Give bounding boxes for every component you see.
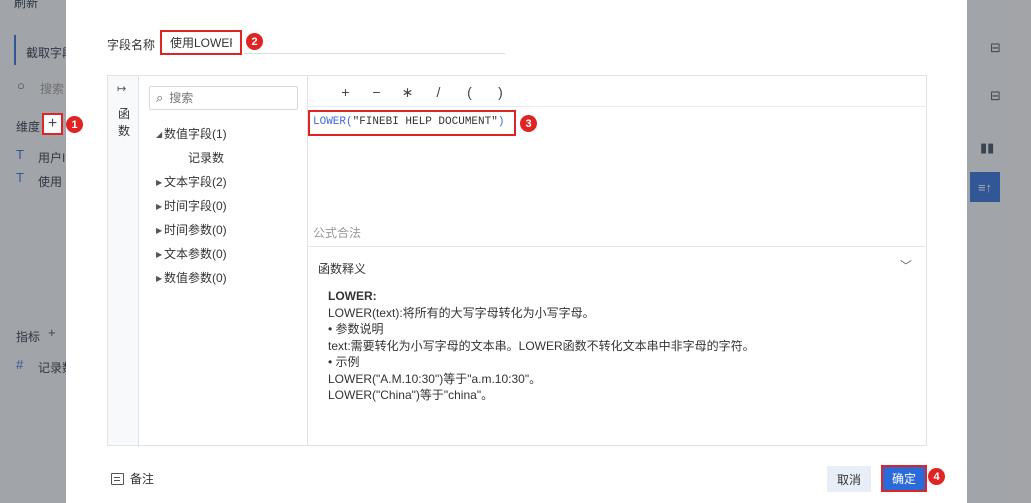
tree-item-time-params[interactable]: ▶ 时间参数(0) [156,218,227,242]
tree-item-label: 记录数 [188,151,225,165]
chevron-down-icon[interactable]: ﹀ [900,257,912,274]
caret-right-icon: ▶ [156,202,163,211]
operator-bar: + − ∗ / ( ) [330,84,516,101]
tree-item-label: 文本字段(2) [164,175,227,189]
explain-line: LOWER("China")等于"china"。 [328,388,494,402]
tree-item-label: 文本参数(0) [164,247,227,261]
tree-item-record-count[interactable]: 记录数 [156,146,227,170]
caret-right-icon: ▶ [156,274,163,283]
caret-down-icon: ◢ [156,130,163,139]
formula-area: + − ∗ / ( ) LOWER("FINEBI HELP DOCUMENT"… [308,76,926,445]
divider [308,106,926,107]
formula-editor: ↦ 函数 ⌕ ◢数值字段(1) 记录数 ▶文本字段(2) ▶时间字段(0) ▶时… [107,75,927,446]
tree-item-label: 数值参数(0) [164,271,227,285]
step-badge-2: 2 [246,33,263,50]
field-name-input[interactable] [160,30,242,55]
search-icon: ⌕ [156,90,164,105]
note-icon [111,472,124,485]
field-search-input[interactable] [169,91,280,105]
tree-item-text-fields[interactable]: ▶ 文本字段(2) [156,170,227,194]
function-explain-header[interactable]: 函数释义 ﹀ [308,246,926,284]
tree-item-label: 时间字段(0) [164,199,227,213]
step-badge-4: 4 [928,468,945,485]
formula-input[interactable]: LOWER("FINEBI HELP DOCUMENT") [308,110,516,136]
field-panel: ⌕ ◢数值字段(1) 记录数 ▶文本字段(2) ▶时间字段(0) ▶时间参数(0… [139,76,308,445]
explain-line: • 示例 [328,355,360,369]
multiply-operator[interactable]: ∗ [392,84,423,101]
field-underline [244,53,505,54]
field-name-label: 字段名称 [107,38,156,52]
add-dimension-button[interactable]: + [42,113,63,135]
caret-right-icon: ▶ [156,178,163,187]
caret-right-icon: ▶ [156,226,163,235]
tree-item-label: 时间参数(0) [164,223,227,237]
formula-close: ) [497,116,505,128]
tree-item-text-params[interactable]: ▶ 文本参数(0) [156,242,227,266]
explain-line: LOWER("A.M.10:30")等于"a.m.10:30"。 [328,371,542,386]
expand-icon[interactable]: ↦ [117,82,126,95]
formula-string: "FINEBI HELP DOCUMENT" [352,116,498,128]
confirm-button[interactable]: 确定 [881,465,927,492]
function-explain-body: LOWER: LOWER(text):将所有的大写字母转化为小写字母。 • 参数… [328,288,908,404]
note-button[interactable]: 备注 [111,470,154,487]
minus-operator[interactable]: − [361,84,392,101]
validity-status: 公式合法 [313,226,362,240]
open-paren-operator[interactable]: ( [454,84,485,101]
function-tab-label: 函数 [117,107,130,138]
tree-item-number-fields[interactable]: ◢ 数值字段(1) [156,122,227,146]
field-search[interactable]: ⌕ [149,86,298,110]
explain-title: 函数释义 [318,262,367,276]
cancel-button[interactable]: 取消 [827,466,871,492]
step-badge-1: 1 [66,116,83,133]
tree-item-label: 数值字段(1) [164,127,227,141]
field-tree: ◢ 数值字段(1) 记录数 ▶ 文本字段(2) ▶ 时间字段(0) ▶ 时间参数(0) … [156,122,227,290]
formula-function: LOWER( [313,116,353,128]
caret-right-icon: ▶ [156,250,163,259]
explain-function-name: LOWER: [328,289,377,303]
calculated-field-dialog: 字段名称 2 ↦ 函数 ⌕ ◢数值字段(1) 记录数 ▶文本字段(2) ▶时间字… [66,0,967,503]
plus-operator[interactable]: + [330,84,361,101]
step-badge-3: 3 [520,115,537,132]
explain-line: text:需要转化为小写字母的文本串。LOWER函数不转化文本串中非字母的字符。 [328,338,755,353]
explain-line: • 参数说明 [328,322,384,336]
note-label: 备注 [130,472,155,486]
function-tab[interactable]: ↦ 函数 [108,76,139,445]
explain-line: LOWER(text):将所有的大写字母转化为小写字母。 [328,305,595,320]
tree-item-number-params[interactable]: ▶ 数值参数(0) [156,266,227,290]
tree-item-time-fields[interactable]: ▶ 时间字段(0) [156,194,227,218]
divide-operator[interactable]: / [423,84,454,101]
close-paren-operator[interactable]: ) [485,84,516,101]
